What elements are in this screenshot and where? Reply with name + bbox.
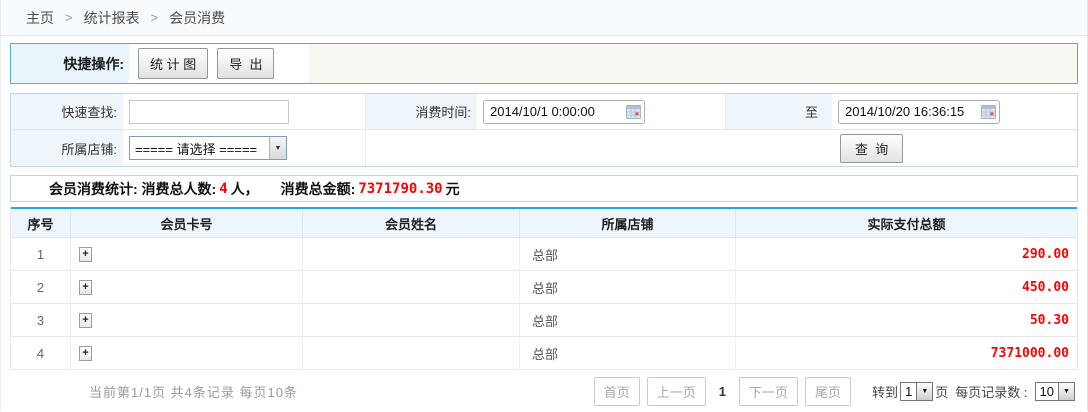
- table-row: 1 + 总部290.00: [11, 238, 1077, 271]
- stats-label-amount: 消费总金额:: [281, 179, 356, 199]
- row-paid-total: 290.00: [736, 238, 1077, 270]
- row-store: 总部: [520, 271, 736, 303]
- row-index: 1: [11, 238, 71, 270]
- header-store: 所属店铺: [520, 209, 736, 237]
- current-page-number: 1: [719, 384, 726, 399]
- table-row: 2 + 总部450.00: [11, 271, 1077, 304]
- to-label: 至: [726, 94, 832, 129]
- expand-icon[interactable]: +: [79, 313, 92, 328]
- stats-count-suffix: 人，: [231, 179, 259, 199]
- row-card-number: +: [71, 337, 303, 369]
- row-index: 3: [11, 304, 71, 336]
- pagination: 首页 上一页 1 下一页 尾页 转到 1 ▼ 页 每页记录数 : 10 ▼: [594, 377, 1075, 406]
- filter-row-1: 快速查找: 消费时间: 2014/10/1 0:00:00: [11, 94, 1077, 130]
- chevron-down-icon: ▼: [916, 383, 932, 400]
- row-member-name: [303, 337, 520, 369]
- row-index: 4: [11, 337, 71, 369]
- first-page-button[interactable]: 首页: [594, 377, 640, 406]
- row-member-name: [303, 304, 520, 336]
- breadcrumb: 主页 > 统计报表 > 会员消费: [1, 0, 1087, 36]
- store-label: 所属店铺:: [11, 130, 123, 166]
- row-member-name: [303, 271, 520, 303]
- chevron-down-icon: ▼: [1058, 383, 1074, 400]
- header-card-number: 会员卡号: [71, 209, 303, 237]
- prev-page-button[interactable]: 上一页: [647, 377, 706, 406]
- page-summary: 当前第1/1页 共4条记录 每页10条: [89, 382, 298, 401]
- header-paid-total: 实际支付总额: [736, 209, 1077, 237]
- last-page-button[interactable]: 尾页: [805, 377, 851, 406]
- quick-search-input[interactable]: [129, 100, 289, 124]
- date-to-value: 2014/10/20 16:36:15: [845, 104, 964, 119]
- header-member-name: 会员姓名: [303, 209, 520, 237]
- filter-panel: 快速查找: 消费时间: 2014/10/1 0:00:00: [10, 93, 1078, 167]
- breadcrumb-item-member-consumption[interactable]: 会员消费: [169, 8, 225, 28]
- row-member-name: [303, 238, 520, 270]
- stats-bar: 会员消费统计: 消费总人数: 4 人， 消费总金额: 7371790.30 元: [10, 175, 1078, 202]
- row-store: 总部: [520, 337, 736, 369]
- breadcrumb-item-reports[interactable]: 统计报表: [84, 8, 140, 28]
- table-body: 1+总部290.002+总部450.003+总部50.304+总部7371000…: [11, 238, 1077, 370]
- header-index: 序号: [11, 209, 71, 237]
- quick-actions-bar: 快捷操作: 统 计 图 导 出: [10, 43, 1078, 84]
- date-from-value: 2014/10/1 0:00:00: [490, 104, 595, 119]
- filter-row-2: 所属店铺: ===== 请选择 ===== ▼ 查 询: [11, 130, 1077, 166]
- row-card-number: +: [71, 304, 303, 336]
- consumption-table: 序号 会员卡号 会员姓名 所属店铺 实际支付总额 1+总部290.002+总部4…: [10, 207, 1078, 370]
- chevron-down-icon: ▼: [269, 137, 286, 159]
- quick-actions-label: 快捷操作:: [11, 44, 129, 83]
- row-card-number: +: [71, 271, 303, 303]
- expand-icon[interactable]: +: [79, 346, 92, 361]
- store-select-value: ===== 请选择 =====: [130, 137, 269, 159]
- next-page-button[interactable]: 下一页: [739, 377, 798, 406]
- date-to-input[interactable]: 2014/10/20 16:36:15: [838, 100, 1000, 124]
- breadcrumb-separator: >: [151, 10, 159, 25]
- store-select[interactable]: ===== 请选择 ===== ▼: [129, 136, 287, 160]
- pagesize-label: 每页记录数 :: [955, 382, 1027, 401]
- table-row: 4 + 总部7371000.00: [11, 337, 1077, 370]
- pagesize-select[interactable]: 10 ▼: [1035, 382, 1075, 401]
- search-button[interactable]: 查 询: [840, 134, 903, 163]
- table-header: 序号 会员卡号 会员姓名 所属店铺 实际支付总额: [11, 207, 1077, 238]
- stats-amount-suffix: 元: [446, 179, 460, 199]
- date-from-input[interactable]: 2014/10/1 0:00:00: [483, 100, 645, 124]
- stats-amount-value: 7371790.30: [355, 181, 445, 197]
- calendar-icon[interactable]: [626, 105, 641, 119]
- expand-icon[interactable]: +: [79, 280, 92, 295]
- breadcrumb-item-home[interactable]: 主页: [26, 8, 54, 28]
- export-button[interactable]: 导 出: [217, 48, 274, 79]
- row-paid-total: 450.00: [736, 271, 1077, 303]
- consume-time-label: 消费时间:: [366, 94, 477, 129]
- row-store: 总部: [520, 304, 736, 336]
- goto-label: 转到: [872, 382, 898, 401]
- footer-bar: 当前第1/1页 共4条记录 每页10条 首页 上一页 1 下一页 尾页 转到 1…: [1, 370, 1087, 412]
- expand-icon[interactable]: +: [79, 247, 92, 262]
- stats-label-count: 会员消费统计: 消费总人数:: [49, 179, 216, 199]
- breadcrumb-separator: >: [65, 10, 73, 25]
- row-card-number: +: [71, 238, 303, 270]
- goto-page-value: 1: [901, 383, 916, 400]
- goto-suffix: 页: [935, 382, 948, 401]
- quick-actions-buttons: 统 计 图 导 出: [129, 44, 309, 83]
- chart-button[interactable]: 统 计 图: [138, 48, 208, 79]
- quick-search-label: 快速查找:: [11, 94, 123, 129]
- row-index: 2: [11, 271, 71, 303]
- pagesize-value: 10: [1036, 383, 1058, 400]
- stats-count-value: 4: [216, 181, 230, 197]
- table-row: 3 + 总部50.30: [11, 304, 1077, 337]
- row-paid-total: 50.30: [736, 304, 1077, 336]
- calendar-icon[interactable]: [981, 105, 996, 119]
- row-paid-total: 7371000.00: [736, 337, 1077, 369]
- row-store: 总部: [520, 238, 736, 270]
- goto-page-select[interactable]: 1 ▼: [900, 382, 933, 401]
